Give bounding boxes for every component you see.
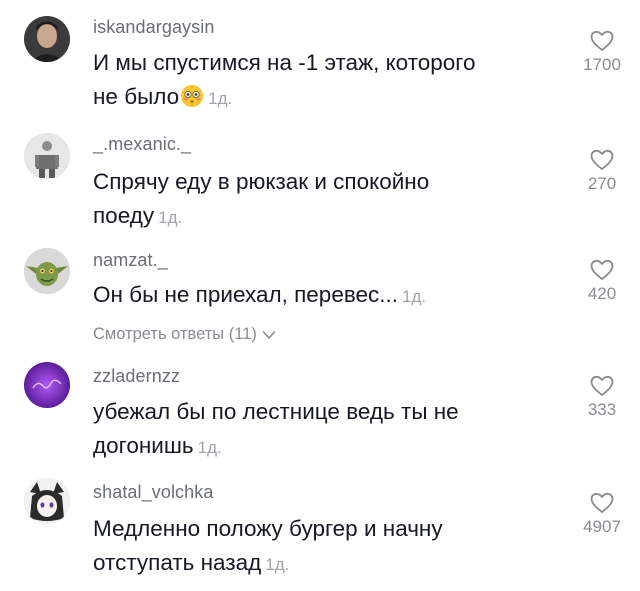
like-button[interactable]: 270 (570, 148, 634, 194)
comment-text: Медленно положу бургер и начну отступать… (93, 512, 553, 582)
comment-time: 1д. (402, 287, 427, 306)
like-count: 4907 (583, 517, 621, 536)
avatar[interactable] (24, 133, 70, 179)
comment-text-line: Он бы не приехал, перевес... 1д. (93, 278, 553, 314)
like-button[interactable]: 4907 (570, 491, 634, 537)
like-count: 1700 (583, 55, 621, 74)
comment-text-line: убежал бы по лестнице ведь ты не (93, 399, 459, 424)
comment-text: Спрячу еду в рюкзак и спокойно поеду 1д. (93, 165, 553, 235)
avatar[interactable] (24, 248, 70, 294)
comment-username[interactable]: shatal_volchka (93, 482, 213, 503)
comment-text-line: И мы спустимся на -1 этаж, которого (93, 50, 476, 75)
comment-text-line: поеду (93, 203, 155, 228)
comment-text: И мы спустимся на -1 этаж, которого не б… (93, 46, 553, 116)
like-button[interactable]: 1700 (570, 29, 634, 75)
comment-time: 1д. (158, 208, 183, 227)
heart-outline-icon (590, 30, 614, 51)
comment-time: 1д. (265, 555, 290, 574)
comment-text: Он бы не приехал, перевес... 1д. (93, 278, 553, 314)
comment-text-line: поеду 1д. (93, 199, 553, 235)
view-replies-label: Смотреть ответы (11) (93, 325, 257, 343)
comment-text: убежал бы по лестнице ведь ты не догониш… (93, 395, 553, 465)
flushed-face-icon (181, 85, 204, 107)
comment-time: 1д. (197, 438, 222, 457)
comment-username[interactable]: _.mexanic._ (93, 134, 191, 155)
comment-text-line: Он бы не приехал, перевес... (93, 282, 399, 307)
avatar[interactable] (24, 362, 70, 408)
comment-text-line: не было 1д. (93, 80, 553, 116)
comment-time: 1д. (208, 89, 233, 108)
comment-text-line: догонишь 1д. (93, 429, 553, 465)
comment-text-line: не было (93, 84, 180, 109)
comment-text-line: догонишь (93, 433, 194, 458)
heart-outline-icon (590, 259, 614, 280)
like-count: 420 (587, 284, 617, 303)
comment-text-line: Медленно положу бургер и начну (93, 516, 443, 541)
avatar[interactable] (24, 16, 70, 62)
like-button[interactable]: 420 (570, 258, 634, 304)
comment-text-line: Спрячу еду в рюкзак и спокойно (93, 169, 430, 194)
comment-username[interactable]: iskandargaysin (93, 17, 214, 38)
view-replies-button[interactable]: Смотреть ответы (11) (93, 325, 276, 344)
heart-outline-icon (590, 375, 614, 396)
heart-outline-icon (590, 149, 614, 170)
heart-outline-icon (590, 492, 614, 513)
like-button[interactable]: 333 (570, 374, 634, 420)
like-count: 333 (587, 400, 617, 419)
chevron-down-icon (262, 330, 276, 339)
comment-username[interactable]: namzat._ (93, 250, 168, 271)
comment-username[interactable]: zzladernzz (93, 366, 180, 387)
comment-text-line: отступать назад 1д. (93, 546, 553, 582)
like-count: 270 (587, 174, 617, 193)
comment-text-line: отступать назад (93, 550, 262, 575)
avatar[interactable] (24, 478, 70, 524)
